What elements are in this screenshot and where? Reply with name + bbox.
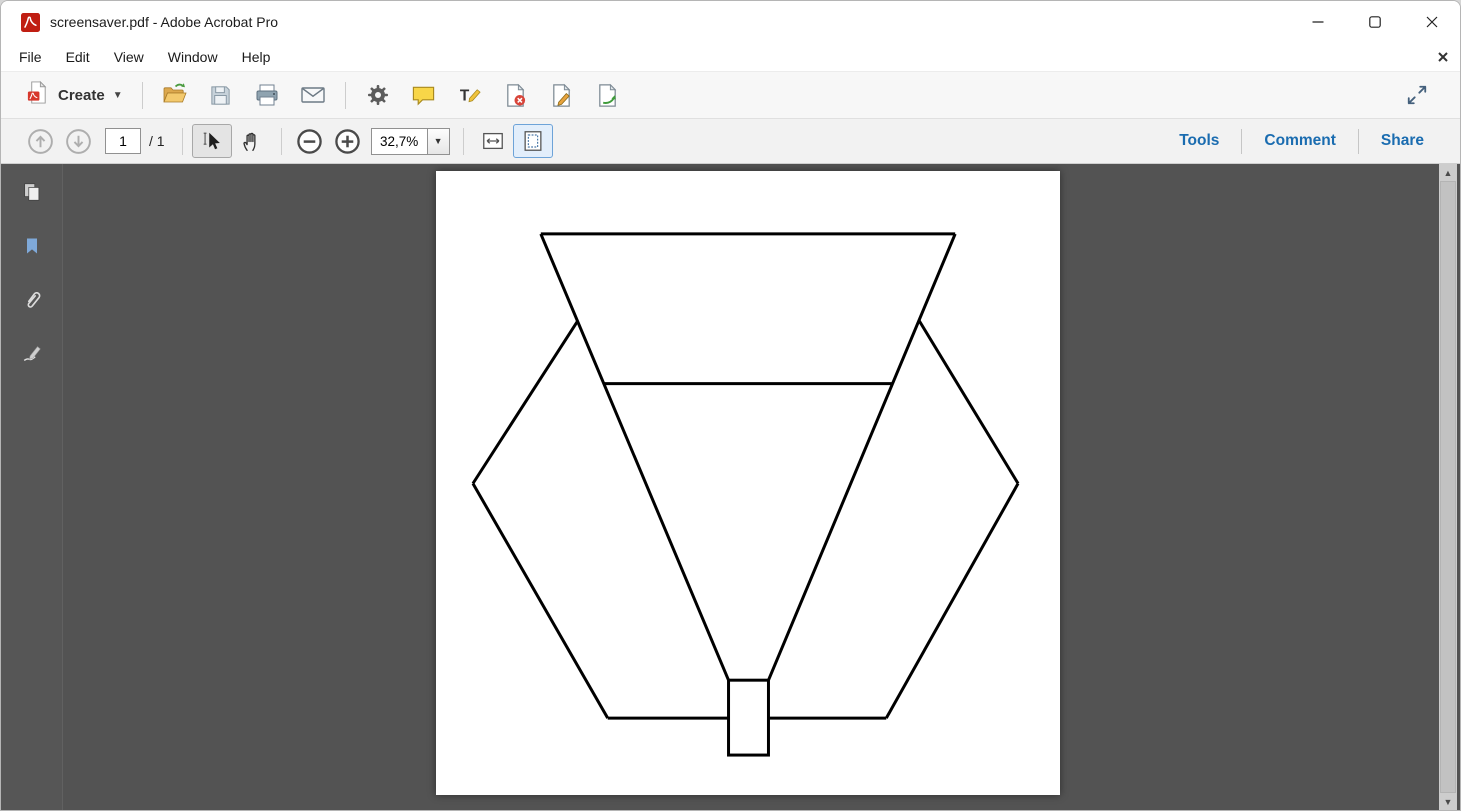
paperclip-icon <box>21 289 43 311</box>
minus-circle-icon <box>296 128 323 155</box>
toolbar-separator <box>463 128 464 155</box>
page-up-icon <box>27 128 54 155</box>
expand-arrows-icon <box>1406 84 1428 106</box>
highlight-text-icon: T <box>457 83 482 108</box>
page-down-icon <box>65 128 92 155</box>
toolbar-separator <box>142 82 143 109</box>
toolbar-separator <box>182 128 183 155</box>
svg-text:T: T <box>460 87 470 104</box>
close-button[interactable] <box>1403 1 1460 43</box>
zoom-control: ▼ <box>371 128 450 155</box>
signatures-panel-button[interactable] <box>14 336 50 372</box>
main-toolbar: Create ▼ T <box>1 72 1460 119</box>
comment-link[interactable]: Comment <box>1242 126 1357 156</box>
page-pen-icon <box>549 83 574 108</box>
sign-document-button[interactable] <box>539 76 585 114</box>
gear-icon <box>366 83 390 107</box>
title-bar: screensaver.pdf - Adobe Acrobat Pro <box>1 1 1460 43</box>
next-page-button[interactable] <box>59 123 97 159</box>
menu-help[interactable]: Help <box>230 45 283 69</box>
select-cursor-icon <box>200 129 224 153</box>
toolbar-separator <box>345 82 346 109</box>
menu-file[interactable]: File <box>7 45 54 69</box>
vertical-scrollbar[interactable]: ▲ ▼ <box>1439 164 1457 810</box>
zoom-dropdown-button[interactable]: ▼ <box>427 128 450 155</box>
create-button[interactable]: Create ▼ <box>15 76 133 114</box>
attachments-panel-button[interactable] <box>14 282 50 318</box>
page-number-input[interactable] <box>105 128 141 154</box>
bookmarks-panel-button[interactable] <box>14 228 50 264</box>
open-file-button[interactable] <box>152 76 198 114</box>
bookmark-icon <box>22 236 42 256</box>
acrobat-logo-icon <box>21 13 40 32</box>
navigation-toolbar: / 1 ▼ Tools Comment <box>1 119 1460 164</box>
settings-button[interactable] <box>355 76 401 114</box>
zoom-in-button[interactable] <box>329 123 367 159</box>
create-caret-icon: ▼ <box>113 90 123 101</box>
zoom-level-input[interactable] <box>371 128 427 155</box>
menu-view[interactable]: View <box>102 45 156 69</box>
email-button[interactable] <box>290 76 336 114</box>
fit-page-icon <box>521 129 545 153</box>
save-floppy-icon <box>208 83 233 108</box>
tools-link[interactable]: Tools <box>1157 126 1241 156</box>
menu-window[interactable]: Window <box>156 45 230 69</box>
send-for-signature-button[interactable] <box>585 76 631 114</box>
menu-bar: File Edit View Window Help <box>1 43 1460 72</box>
scroll-up-icon[interactable]: ▲ <box>1439 164 1457 181</box>
page-green-arrow-icon <box>595 83 620 108</box>
toolbar-separator <box>281 128 282 155</box>
fit-width-icon <box>481 129 505 153</box>
menubar-close-icon[interactable] <box>1438 52 1448 62</box>
page-count-label: / 1 <box>149 133 165 149</box>
share-link[interactable]: Share <box>1359 126 1446 156</box>
save-button[interactable] <box>198 76 244 114</box>
hand-icon <box>240 130 263 153</box>
comment-button[interactable] <box>401 76 447 114</box>
pdf-page <box>436 171 1060 795</box>
page-thumbnails-panel-button[interactable] <box>14 174 50 210</box>
remove-signature-button[interactable] <box>493 76 539 114</box>
zoom-out-button[interactable] <box>291 123 329 159</box>
fit-width-button[interactable] <box>473 124 513 158</box>
navigation-pane <box>1 164 63 810</box>
page-red-x-icon <box>503 83 528 108</box>
highlight-text-button[interactable]: T <box>447 76 493 114</box>
plus-circle-icon <box>334 128 361 155</box>
hand-tool-button[interactable] <box>232 124 272 158</box>
print-button[interactable] <box>244 76 290 114</box>
previous-page-button[interactable] <box>21 123 59 159</box>
scrollbar-thumb[interactable] <box>1440 181 1456 793</box>
maximize-button[interactable] <box>1346 1 1403 43</box>
fit-one-page-button[interactable] <box>513 124 553 158</box>
acrobat-window: screensaver.pdf - Adobe Acrobat Pro File… <box>0 0 1461 811</box>
window-title: screensaver.pdf - Adobe Acrobat Pro <box>50 14 278 30</box>
panels-links: Tools Comment Share <box>1157 126 1446 156</box>
scroll-down-icon[interactable]: ▼ <box>1439 793 1457 810</box>
fullscreen-button[interactable] <box>1394 76 1440 114</box>
printer-icon <box>254 82 280 108</box>
create-label: Create <box>58 87 105 104</box>
signature-icon <box>21 343 43 365</box>
document-area: ▲ ▼ <box>1 164 1460 810</box>
menu-edit[interactable]: Edit <box>54 45 102 69</box>
envelope-icon <box>300 82 326 108</box>
page-thumbnails-icon <box>21 181 43 203</box>
chevron-down-icon: ▼ <box>434 136 443 146</box>
minimize-button[interactable] <box>1289 1 1346 43</box>
window-controls <box>1289 1 1460 43</box>
comment-bubble-icon <box>411 83 436 108</box>
pdf-drawing <box>436 171 1060 795</box>
create-icon <box>25 80 50 110</box>
select-tool-button[interactable] <box>192 124 232 158</box>
